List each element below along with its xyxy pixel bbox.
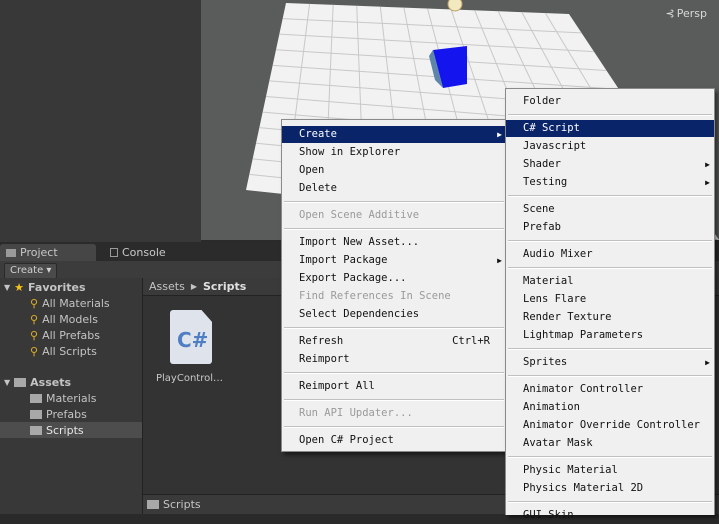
folder-icon <box>14 377 27 387</box>
menu-item-animator-controller[interactable]: Animator Controller <box>506 381 714 398</box>
menu-item-open-csharp-project[interactable]: Open C# Project <box>282 432 506 449</box>
menu-separator <box>284 228 504 230</box>
perspective-label[interactable]: ⊰ Persp <box>666 7 707 20</box>
menu-separator <box>508 501 712 503</box>
tree-item-all-models[interactable]: ⚲ All Models <box>0 311 142 327</box>
star-icon: ★ <box>14 280 25 294</box>
search-icon: ⚲ <box>30 296 39 310</box>
menu-item-animator-override-controller[interactable]: Animator Override Controller <box>506 417 714 434</box>
tree-item-all-prefabs[interactable]: ⚲ All Prefabs <box>0 327 142 343</box>
submenu-arrow-icon: ▶ <box>497 130 502 139</box>
folder-icon <box>30 425 42 435</box>
menu-item-select-dependencies[interactable]: Select Dependencies <box>282 306 506 323</box>
submenu-arrow-icon: ▶ <box>497 256 502 265</box>
menu-separator <box>508 456 712 458</box>
menu-separator <box>284 327 504 329</box>
tree-assets[interactable]: ▼ Assets <box>0 374 142 390</box>
menu-item-export-package[interactable]: Export Package... <box>282 270 506 287</box>
tree-item-all-scripts[interactable]: ⚲ All Scripts <box>0 343 142 359</box>
menu-item-audio-mixer[interactable]: Audio Mixer <box>506 246 714 263</box>
menu-separator <box>508 267 712 269</box>
menu-item-refresh[interactable]: Refresh Ctrl+R <box>282 333 506 350</box>
menu-item-delete[interactable]: Delete <box>282 180 506 197</box>
menu-item-gui-skin[interactable]: GUI Skin <box>506 507 714 524</box>
submenu-arrow-icon: ▶ <box>705 178 710 187</box>
search-icon: ⚲ <box>30 328 39 342</box>
shortcut-label: Ctrl+R <box>452 335 490 347</box>
menu-item-prefab[interactable]: Prefab <box>506 219 714 236</box>
submenu-arrow-icon: ▶ <box>705 358 710 367</box>
menu-item-find-references: Find References In Scene <box>299 290 451 302</box>
expand-arrow-icon[interactable]: ▼ <box>4 283 10 292</box>
menu-item-sprites[interactable]: Sprites ▶ <box>506 354 714 371</box>
menu-item-lightmap-parameters[interactable]: Lightmap Parameters <box>506 327 714 344</box>
menu-separator <box>284 426 504 428</box>
breadcrumb-scripts[interactable]: Scripts <box>203 280 246 293</box>
menu-item-csharp-script[interactable]: C# Script <box>506 120 714 137</box>
menu-item-import-package[interactable]: Import Package ▶ <box>282 252 506 269</box>
create-dropdown-button[interactable]: Create ▾ <box>4 263 58 279</box>
menu-item-scene[interactable]: Scene <box>506 201 714 218</box>
menu-item-physics-material-2d[interactable]: Physics Material 2D <box>506 480 714 497</box>
asset-label[interactable]: PlayControl… <box>156 373 223 384</box>
tree-item-scripts[interactable]: Scripts <box>0 422 142 438</box>
menu-item-physic-material[interactable]: Physic Material <box>506 462 714 479</box>
menu-item-create[interactable]: Create ▶ <box>282 126 506 143</box>
menu-item-lens-flare[interactable]: Lens Flare <box>506 291 714 308</box>
menu-separator <box>284 372 504 374</box>
menu-item-open-scene-additive: Open Scene Additive <box>299 209 420 221</box>
search-icon: ⚲ <box>30 312 39 326</box>
menu-separator <box>508 348 712 350</box>
project-tab-icon <box>6 248 16 257</box>
menu-separator <box>284 399 504 401</box>
tab-console[interactable]: Console <box>104 244 200 261</box>
menu-item-shader[interactable]: Shader ▶ <box>506 156 714 173</box>
menu-item-javascript[interactable]: Javascript <box>506 138 714 155</box>
expand-arrow-icon[interactable]: ▼ <box>4 378 10 387</box>
create-submenu: Folder C# Script Javascript Shader ▶ Test… <box>505 88 715 521</box>
perspective-arrow-icon: ⊰ <box>665 7 675 20</box>
menu-item-show-in-explorer[interactable]: Show in Explorer <box>282 144 506 161</box>
tree-item-all-materials[interactable]: ⚲ All Materials <box>0 295 142 311</box>
menu-separator <box>508 195 712 197</box>
menu-item-animation[interactable]: Animation <box>506 399 714 416</box>
menu-separator <box>508 240 712 242</box>
search-icon: ⚲ <box>30 344 39 358</box>
tree-item-prefabs[interactable]: Prefabs <box>0 406 142 422</box>
menu-item-reimport-all[interactable]: Reimport All <box>282 378 506 395</box>
menu-item-reimport[interactable]: Reimport <box>282 351 506 368</box>
menu-item-open[interactable]: Open <box>282 162 506 179</box>
menu-separator <box>508 375 712 377</box>
tree-favorites[interactable]: ▼ ★ Favorites <box>0 279 142 295</box>
chevron-right-icon: ▶ <box>190 282 197 291</box>
breadcrumb-assets[interactable]: Assets <box>149 280 185 293</box>
light-gizmo-icon[interactable] <box>447 0 463 12</box>
console-tab-icon <box>110 248 118 257</box>
submenu-arrow-icon: ▶ <box>705 160 710 169</box>
folder-icon <box>30 409 42 419</box>
menu-item-import-new-asset[interactable]: Import New Asset... <box>282 234 506 251</box>
menu-item-folder[interactable]: Folder <box>506 93 714 110</box>
menu-separator <box>508 114 712 116</box>
tab-project[interactable]: Project <box>0 244 96 261</box>
menu-item-run-api-updater: Run API Updater... <box>299 407 413 419</box>
menu-separator <box>284 201 504 203</box>
menu-item-testing[interactable]: Testing ▶ <box>506 174 714 191</box>
context-menu: Create ▶ Show in Explorer Open Delete Ope… <box>281 119 507 452</box>
folder-icon <box>30 393 42 403</box>
csharp-script-icon[interactable]: C# <box>170 310 212 364</box>
folder-icon <box>147 500 159 509</box>
menu-item-avatar-mask[interactable]: Avatar Mask <box>506 435 714 452</box>
menu-item-material[interactable]: Material <box>506 273 714 290</box>
tree-item-materials[interactable]: Materials <box>0 390 142 406</box>
hierarchy-panel-area <box>0 0 201 242</box>
menu-item-render-texture[interactable]: Render Texture <box>506 309 714 326</box>
